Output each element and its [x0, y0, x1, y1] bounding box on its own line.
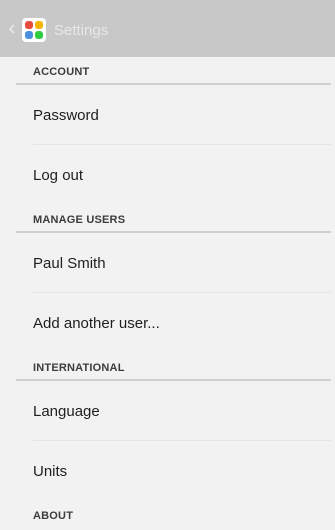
- back-chevron-icon[interactable]: [9, 24, 15, 34]
- settings-item-label: Add another user...: [33, 315, 160, 332]
- action-bar: Settings: [0, 0, 335, 57]
- settings-item-label: Language: [33, 403, 100, 420]
- settings-item-label: Log out: [33, 167, 84, 184]
- section-header-manage-users: MANAGE USERS: [0, 205, 335, 233]
- section-header-label: ACCOUNT: [33, 66, 90, 78]
- section-header-international: INTERNATIONAL: [0, 353, 335, 381]
- settings-screen: Settings ACCOUNT Password Log out MANAGE…: [0, 0, 335, 530]
- action-bar-title: Settings: [54, 22, 109, 39]
- settings-item-units[interactable]: Units: [0, 441, 335, 501]
- section-header-label: INTERNATIONAL: [33, 362, 125, 374]
- settings-list: ACCOUNT Password Log out MANAGE USERS Pa…: [0, 57, 335, 529]
- section-header-label: MANAGE USERS: [33, 214, 126, 226]
- settings-item-log-out[interactable]: Log out: [0, 145, 335, 205]
- section-header-account: ACCOUNT: [0, 57, 335, 85]
- settings-item-paul-smith[interactable]: Paul Smith: [0, 233, 335, 293]
- settings-item-label: Paul Smith: [33, 255, 106, 272]
- settings-item-label: Password: [33, 107, 99, 124]
- settings-item-label: Units: [33, 463, 68, 480]
- section-header-about: ABOUT: [0, 501, 335, 529]
- settings-app-icon[interactable]: [22, 18, 46, 42]
- section-header-label: ABOUT: [33, 510, 74, 522]
- settings-item-add-another-user[interactable]: Add another user...: [0, 293, 335, 353]
- settings-item-password[interactable]: Password: [0, 85, 335, 145]
- settings-item-language[interactable]: Language: [0, 381, 335, 441]
